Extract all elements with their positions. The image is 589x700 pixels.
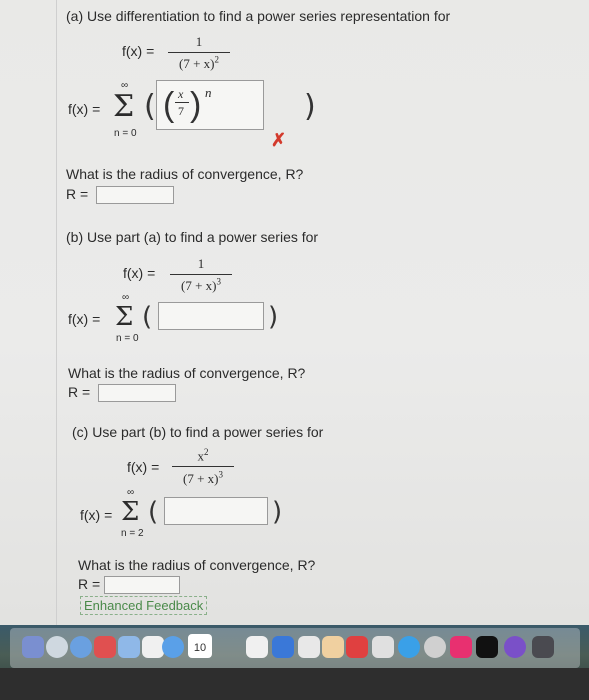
part-a-sum-lhs: f(x) = bbox=[68, 101, 101, 117]
keynote-icon[interactable] bbox=[346, 636, 368, 658]
part-c-radius-question: What is the radius of convergence, R? bbox=[78, 557, 316, 573]
notes-icon[interactable] bbox=[246, 636, 268, 658]
sigma-icon: Σ bbox=[113, 89, 135, 124]
launchpad-icon[interactable] bbox=[70, 636, 92, 658]
screen-bezel bbox=[0, 668, 589, 700]
facetime-icon[interactable] bbox=[398, 636, 420, 658]
part-a-fx-label: f(x) = bbox=[122, 43, 155, 59]
calendar-icon[interactable]: 10 bbox=[188, 634, 212, 658]
mail-icon[interactable] bbox=[118, 636, 140, 658]
trash-icon[interactable] bbox=[532, 636, 554, 658]
part-b-radius-label: R = bbox=[68, 384, 91, 400]
podcasts-icon[interactable] bbox=[504, 636, 526, 658]
part-a-fraction: 1 (7 + x)2 bbox=[168, 34, 230, 72]
itunes-icon[interactable] bbox=[450, 636, 472, 658]
part-a-radius-question: What is the radius of convergence, R? bbox=[66, 166, 304, 182]
numbers-icon[interactable] bbox=[298, 636, 320, 658]
part-c-denominator: (7 + x)3 bbox=[183, 469, 223, 486]
part-c-answer-input[interactable] bbox=[164, 497, 268, 525]
part-c-heading: (c) Use part (b) to find a power series … bbox=[72, 424, 324, 440]
question-panel: (a) Use differentiation to find a power … bbox=[0, 0, 589, 625]
finder-icon[interactable] bbox=[22, 636, 44, 658]
part-b-fraction: 1 (7 + x)3 bbox=[170, 256, 232, 294]
left-paren: ( bbox=[148, 497, 159, 527]
part-a-denominator: (7 + x)2 bbox=[179, 55, 219, 72]
part-b-fx-label: f(x) = bbox=[123, 265, 156, 281]
part-b-sum-lower: n = 0 bbox=[116, 333, 139, 344]
part-c-fraction: x2 (7 + x)3 bbox=[172, 447, 234, 487]
tv-icon[interactable] bbox=[476, 636, 498, 658]
right-paren: ) bbox=[272, 497, 283, 527]
part-c-radius-label: R = bbox=[78, 576, 101, 592]
sigma-icon: Σ bbox=[115, 302, 134, 332]
enhanced-feedback-link[interactable]: Enhanced Feedback bbox=[80, 596, 208, 615]
part-b-denominator: (7 + x)3 bbox=[181, 277, 221, 294]
safari-icon[interactable] bbox=[162, 636, 184, 658]
pages-icon[interactable] bbox=[322, 636, 344, 658]
part-b-numerator: 1 bbox=[197, 256, 205, 271]
left-paren: ( bbox=[144, 89, 156, 124]
part-a-answer-input[interactable]: ( x 7 ) n bbox=[156, 80, 264, 130]
part-c-numerator: x2 bbox=[197, 447, 209, 464]
music-icon[interactable] bbox=[424, 636, 446, 658]
maps-icon[interactable] bbox=[272, 636, 294, 658]
left-paren: ( bbox=[142, 302, 153, 332]
contacts-icon[interactable] bbox=[142, 636, 164, 658]
siri-icon[interactable] bbox=[46, 636, 68, 658]
part-a-numerator: 1 bbox=[195, 34, 203, 49]
part-a-radius-input[interactable] bbox=[96, 186, 174, 204]
right-paren: ) bbox=[268, 302, 279, 332]
part-a-heading: (a) Use differentiation to find a power … bbox=[66, 8, 451, 24]
part-a-sum-lower: n = 0 bbox=[114, 128, 137, 139]
part-b-radius-input[interactable] bbox=[98, 384, 176, 402]
sigma-icon: Σ bbox=[121, 497, 140, 527]
part-a-radius-label: R = bbox=[66, 186, 89, 202]
part-b-radius-question: What is the radius of convergence, R? bbox=[68, 365, 306, 381]
right-paren: ) bbox=[304, 89, 316, 124]
part-b-heading: (b) Use part (a) to find a power series … bbox=[66, 229, 319, 245]
incorrect-icon: ✗ bbox=[271, 130, 287, 150]
photos-icon[interactable] bbox=[94, 636, 116, 658]
app-store-icon[interactable] bbox=[372, 636, 394, 658]
part-c-radius-input[interactable] bbox=[104, 576, 180, 594]
part-b-answer-input[interactable] bbox=[158, 302, 264, 330]
part-c-sum-lower: n = 2 bbox=[121, 528, 144, 539]
part-c-fx-label: f(x) = bbox=[127, 459, 160, 475]
part-b-sum-lhs: f(x) = bbox=[68, 311, 101, 327]
part-c-sum-lhs: f(x) = bbox=[80, 507, 113, 523]
